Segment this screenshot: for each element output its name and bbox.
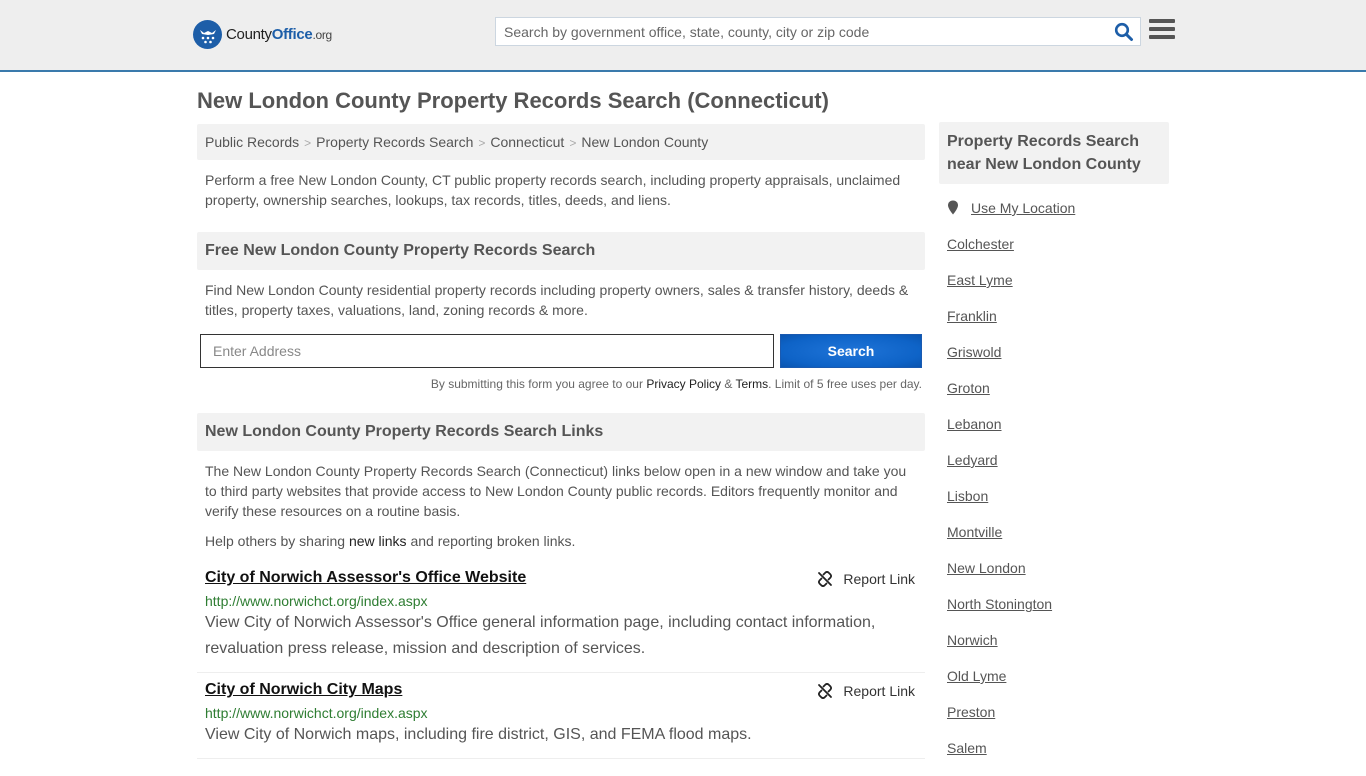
breadcrumb-public-records[interactable]: Public Records	[205, 134, 299, 150]
resource-link-url: http://www.norwichct.org/index.aspx	[205, 705, 428, 721]
breadcrumb-property-records-search[interactable]: Property Records Search	[316, 134, 473, 150]
nearby-places-list: Use My Location Colchester East Lyme Frank…	[939, 200, 1169, 776]
sidebar-place-link[interactable]: Lisbon	[947, 488, 988, 504]
list-item: City of Norwich Assessor's Office Websit…	[197, 561, 925, 673]
sidebar-place-link[interactable]: North Stonington	[947, 596, 1052, 612]
sidebar-place-link[interactable]: Ledyard	[947, 452, 998, 468]
report-link-button[interactable]: Report Link	[817, 571, 915, 587]
sidebar-place-item: Montville	[939, 524, 1169, 560]
sidebar-place-item: Preston	[939, 704, 1169, 740]
page-title: New London County Property Records Searc…	[197, 88, 829, 113]
resource-link-description: View City of Norwich Assessor's Office g…	[205, 614, 876, 657]
site-search-input[interactable]	[496, 18, 1096, 45]
report-link-label: Report Link	[843, 683, 915, 699]
use-my-location: Use My Location	[939, 200, 1169, 236]
resource-link-url: http://www.norwichct.org/index.aspx	[205, 593, 428, 609]
sidebar-place-link[interactable]: Preston	[947, 704, 995, 720]
search-icon[interactable]	[1114, 22, 1134, 42]
sidebar-place-item: Lebanon	[939, 416, 1169, 452]
places-container: Colchester East Lyme Franklin Griswold Groto…	[939, 236, 1169, 776]
links-section-description: The New London County Property Records S…	[205, 463, 907, 519]
map-pin-icon	[948, 200, 958, 215]
breadcrumb-separator: >	[478, 136, 486, 150]
resource-link-description: View City of Norwich maps, including fir…	[205, 726, 752, 743]
list-item: City of Norwich City Maps http://www.nor…	[197, 673, 925, 759]
sidebar-place-link[interactable]: Old Lyme	[947, 668, 1006, 684]
sidebar-place-link[interactable]: Lebanon	[947, 416, 1002, 432]
breadcrumb-connecticut[interactable]: Connecticut	[490, 134, 564, 150]
resource-link-title[interactable]: City of Norwich City Maps	[205, 681, 402, 698]
sidebar-place-link[interactable]: Groton	[947, 380, 990, 396]
breadcrumb: Public Records > Property Records Search > C…	[197, 124, 925, 160]
sidebar-place-link[interactable]: Franklin	[947, 308, 997, 324]
sidebar-place-item: New London	[939, 560, 1169, 596]
use-my-location-link[interactable]: Use My Location	[971, 200, 1075, 216]
report-link-label: Report Link	[843, 571, 915, 587]
sidebar-place-link[interactable]: Montville	[947, 524, 1002, 540]
sidebar-place-link[interactable]: Griswold	[947, 344, 1001, 360]
eagle-stars-logo-icon	[193, 20, 222, 49]
site-logo[interactable]: CountyOffice.org	[193, 20, 332, 49]
sidebar-place-item: East Lyme	[939, 272, 1169, 308]
privacy-policy-link[interactable]: Privacy Policy	[646, 377, 721, 391]
sidebar-heading: Property Records Search near New London …	[939, 122, 1169, 184]
sidebar-place-item: Ledyard	[939, 452, 1169, 488]
report-link-button[interactable]: Report Link	[817, 683, 915, 699]
sidebar-place-link[interactable]: New London	[947, 560, 1026, 576]
resource-link-title[interactable]: City of Norwich Assessor's Office Websit…	[205, 569, 526, 586]
sidebar-place-item: Colchester	[939, 236, 1169, 272]
sidebar-place-link[interactable]: Salem	[947, 740, 987, 756]
sidebar-place-link[interactable]: Norwich	[947, 632, 998, 648]
intro-text: Perform a free New London County, CT pub…	[205, 172, 901, 208]
links-section-heading: New London County Property Records Searc…	[197, 413, 925, 451]
terms-link[interactable]: Terms	[735, 377, 768, 391]
resource-links-list: City of Norwich Assessor's Office Websit…	[197, 561, 925, 759]
logo-wordmark: CountyOffice.org	[226, 26, 332, 43]
sidebar: Property Records Search near New London …	[939, 122, 1169, 776]
sidebar-place-item: Norwich	[939, 632, 1169, 668]
breadcrumb-separator: >	[569, 136, 577, 150]
sidebar-place-item: Lisbon	[939, 488, 1169, 524]
broken-link-icon	[818, 683, 833, 699]
address-input[interactable]	[200, 334, 774, 368]
site-search	[495, 17, 1141, 46]
sidebar-place-link[interactable]: Colchester	[947, 236, 1014, 252]
main-content: Public Records > Property Records Search > C…	[197, 124, 925, 759]
sidebar-place-item: Salem	[939, 740, 1169, 776]
breadcrumb-new-london-county[interactable]: New London County	[581, 134, 708, 150]
form-disclaimer: By submitting this form you agree to our…	[430, 377, 922, 391]
sidebar-place-item: Old Lyme	[939, 668, 1169, 704]
address-search-form: Search	[197, 334, 925, 368]
search-section-description: Find New London County residential prope…	[205, 282, 909, 318]
sidebar-place-item: North Stonington	[939, 596, 1169, 632]
sidebar-place-item: Franklin	[939, 308, 1169, 344]
sidebar-place-item: Groton	[939, 380, 1169, 416]
help-text: Help others by sharing new links and rep…	[205, 533, 576, 549]
site-header: CountyOffice.org	[0, 0, 1366, 72]
hamburger-menu-icon[interactable]	[1149, 19, 1175, 43]
sidebar-place-item: Griswold	[939, 344, 1169, 380]
search-section-heading: Free New London County Property Records …	[197, 232, 925, 270]
breadcrumb-separator: >	[304, 136, 312, 150]
sidebar-place-link[interactable]: East Lyme	[947, 272, 1013, 288]
address-search-button[interactable]: Search	[780, 334, 922, 368]
broken-link-icon	[818, 571, 833, 587]
new-links-link[interactable]: new links	[349, 533, 407, 549]
